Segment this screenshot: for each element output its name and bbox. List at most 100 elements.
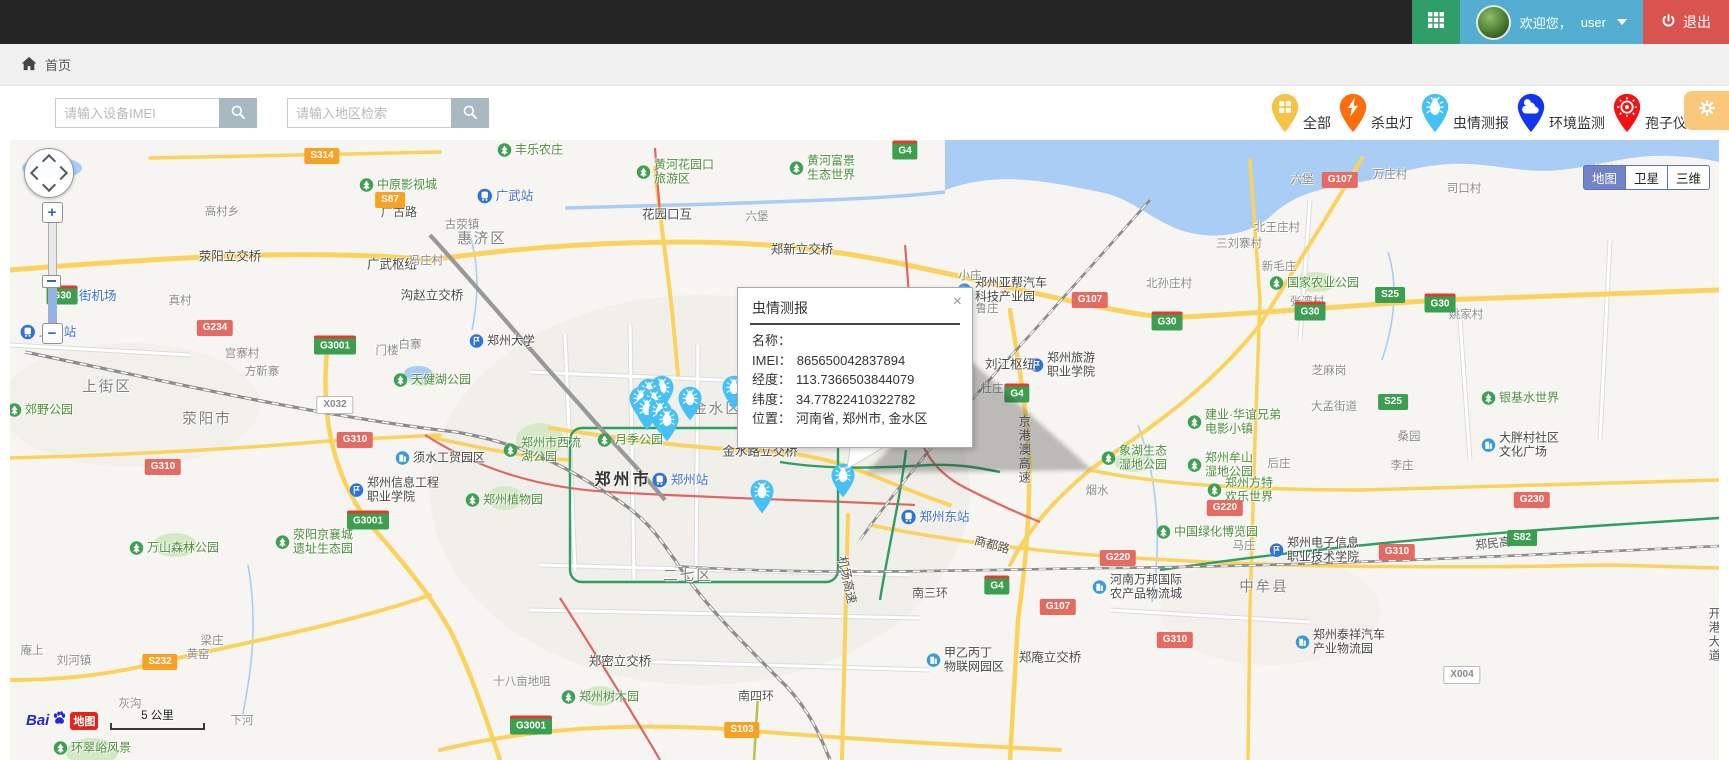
road-badge: G310 bbox=[145, 459, 181, 475]
breadcrumb-home-label[interactable]: 首页 bbox=[45, 55, 71, 74]
close-icon[interactable]: × bbox=[953, 295, 962, 309]
map-label: 环翠峪风景 bbox=[53, 741, 131, 756]
map-label: 郑州牟山湿地公园 bbox=[1187, 451, 1253, 480]
device-pin[interactable] bbox=[749, 479, 775, 514]
map-label: 刘河镇 bbox=[57, 655, 92, 669]
popup-row-label: 位置： bbox=[752, 411, 791, 426]
magnifier-icon bbox=[462, 104, 478, 123]
pan-right-icon[interactable] bbox=[54, 166, 68, 180]
map-label: 郑密立交桥 bbox=[589, 655, 652, 670]
filter-label: 杀虫灯 bbox=[1371, 113, 1413, 133]
breadcrumb: 首页 bbox=[0, 44, 1729, 86]
apps-button[interactable] bbox=[1412, 0, 1460, 44]
map-label: 六堡 bbox=[1291, 174, 1314, 188]
map-pan-control[interactable] bbox=[24, 148, 74, 198]
popup-row-value: 34.77822410322782 bbox=[796, 392, 915, 407]
map-label: 商都路 bbox=[973, 533, 1012, 556]
filter-spore-meter[interactable]: 孢子仪 bbox=[1612, 93, 1687, 133]
metro-icon bbox=[652, 472, 668, 488]
road-badge: G30 bbox=[1425, 294, 1456, 313]
tree-icon bbox=[1101, 451, 1116, 466]
maptype-map-button[interactable]: 地图 bbox=[1583, 165, 1626, 190]
filter-label: 孢子仪 bbox=[1645, 113, 1687, 133]
tree-icon bbox=[1481, 391, 1496, 406]
power-icon bbox=[1661, 13, 1676, 31]
map-label: 郑州站 bbox=[652, 472, 709, 488]
map-label: 李庄 bbox=[1391, 460, 1414, 474]
road-badge: G4 bbox=[984, 576, 1009, 595]
maptype-3d-button[interactable]: 三维 bbox=[1667, 165, 1710, 190]
map-label: 中原影视城 bbox=[359, 178, 437, 193]
tree-icon bbox=[789, 161, 804, 176]
tree-icon bbox=[393, 373, 408, 388]
pan-left-icon[interactable] bbox=[30, 166, 44, 180]
map-label: 郊野公园 bbox=[10, 403, 73, 418]
metro-icon bbox=[20, 324, 36, 340]
region-search-input[interactable] bbox=[287, 98, 451, 128]
tree-icon bbox=[1269, 276, 1284, 291]
bldg-icon bbox=[395, 451, 410, 466]
filter-env-monitor[interactable]: 环境监测 bbox=[1516, 93, 1605, 133]
filter-pest-monitor[interactable]: 虫情测报 bbox=[1420, 93, 1509, 133]
maptype-satellite-button[interactable]: 卫星 bbox=[1625, 165, 1668, 190]
map-zoom-control: + − bbox=[40, 202, 64, 344]
tree-icon bbox=[636, 165, 651, 180]
map-label: 真村 bbox=[169, 295, 192, 309]
map-label: 冯庄村 bbox=[409, 255, 444, 269]
device-pin[interactable] bbox=[830, 463, 856, 498]
map-label: 沟赵立交桥 bbox=[401, 289, 464, 304]
bldg-icon bbox=[1092, 580, 1107, 595]
map-label: 白寨 bbox=[399, 339, 422, 353]
map-canvas[interactable]: 丰乐农庄黄河花园口旅游区黄河富景生态世界中原影视城天健湖公园郑州市西流湖公园月季… bbox=[10, 140, 1719, 760]
filter-label: 虫情测报 bbox=[1453, 113, 1509, 133]
settings-button[interactable] bbox=[1684, 91, 1729, 130]
zoom-slider-track[interactable] bbox=[48, 223, 57, 323]
filter-insect-lamp[interactable]: 杀虫灯 bbox=[1338, 93, 1413, 133]
imei-search-group bbox=[55, 98, 257, 128]
tree-icon bbox=[561, 690, 576, 705]
popup-row-label: IMEI： bbox=[752, 353, 792, 368]
zoom-slider-handle[interactable] bbox=[42, 275, 61, 288]
popup-row-label: 经度： bbox=[752, 372, 791, 387]
map-label: 门楼 bbox=[376, 345, 399, 359]
pan-up-icon[interactable] bbox=[42, 154, 56, 168]
map-label: 郑州大学 bbox=[469, 334, 535, 349]
map-label: 大孟街道 bbox=[1311, 401, 1357, 415]
map-label: 郑州植物园 bbox=[465, 493, 543, 508]
map-label: 梁庄 bbox=[201, 635, 224, 649]
road-badge: S82 bbox=[1507, 530, 1537, 546]
lamp-pin-icon bbox=[1338, 93, 1368, 133]
map-label: 荥阳立交桥 bbox=[199, 250, 262, 265]
bldg-icon bbox=[1295, 635, 1310, 650]
map-label: 荥阳京襄城遗址生态园 bbox=[275, 528, 353, 557]
imei-search-button[interactable] bbox=[219, 98, 257, 128]
zoom-out-button[interactable]: − bbox=[42, 323, 63, 344]
avatar bbox=[1476, 5, 1511, 40]
map-label: 花园口互 bbox=[642, 208, 692, 223]
road-badge: G107 bbox=[1040, 599, 1076, 615]
tree-icon bbox=[597, 433, 612, 448]
map-label: 南三环 bbox=[912, 586, 948, 600]
device-pin[interactable] bbox=[677, 386, 703, 421]
username: user bbox=[1581, 15, 1606, 30]
road-badge: G3001 bbox=[314, 336, 356, 355]
map-label: 刘江枢纽 bbox=[985, 358, 1035, 373]
imei-search-input[interactable] bbox=[55, 98, 219, 128]
chevron-down-icon bbox=[1617, 19, 1627, 25]
popup-row: 经度：113.7366503844079 bbox=[752, 370, 958, 390]
map-label: 广武枢纽 bbox=[367, 258, 417, 273]
logout-button[interactable]: 退出 bbox=[1643, 0, 1729, 44]
road-badge: S25 bbox=[1378, 394, 1408, 410]
popup-row-label: 纬度： bbox=[752, 392, 791, 407]
region-search-button[interactable] bbox=[451, 98, 489, 128]
device-pin[interactable] bbox=[654, 407, 680, 442]
tree-icon bbox=[1187, 458, 1202, 473]
home-icon[interactable] bbox=[21, 56, 37, 74]
map-label: 黄河富景生态世界 bbox=[789, 154, 855, 183]
filter-all[interactable]: 全部 bbox=[1270, 93, 1331, 133]
user-menu[interactable]: 欢迎您， user bbox=[1460, 0, 1643, 44]
bldg-icon bbox=[1481, 438, 1496, 453]
pan-down-icon[interactable] bbox=[42, 178, 56, 192]
zoom-in-button[interactable]: + bbox=[42, 202, 63, 223]
baidu-map-badge: 地图 bbox=[70, 712, 98, 730]
